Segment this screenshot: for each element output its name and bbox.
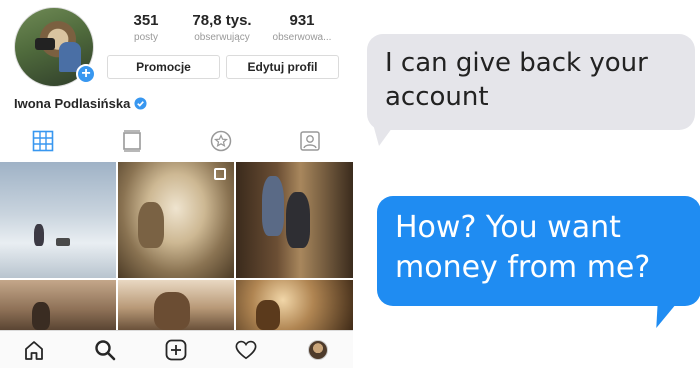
following-stat[interactable]: 931 obserwowa... <box>263 12 341 43</box>
bottom-navigation <box>0 330 353 368</box>
profile-tabs <box>0 124 353 158</box>
photo-figure <box>34 224 44 246</box>
tab-igtv[interactable] <box>208 128 234 154</box>
promote-button[interactable]: Promocje <box>107 55 220 79</box>
sent-message-text: How? You want money from me? <box>395 210 651 285</box>
following-count: 931 <box>289 12 315 29</box>
multiple-photos-icon <box>214 168 226 180</box>
add-post-icon <box>165 339 187 361</box>
profile-username: Iwona Podlasińska <box>14 96 131 111</box>
add-story-icon[interactable]: + <box>76 64 96 84</box>
tab-tagged[interactable] <box>297 128 323 154</box>
followers-count: 78,8 tys. <box>192 12 252 29</box>
profile-avatar <box>308 340 328 360</box>
nav-home[interactable] <box>23 339 45 361</box>
grid-post[interactable] <box>118 280 234 330</box>
camera-graphic <box>35 38 55 50</box>
profile-name-row: Iwona Podlasińska <box>14 96 147 111</box>
feed-icon <box>123 130 141 152</box>
photo-grid <box>0 162 353 330</box>
photo-figure <box>256 300 280 330</box>
photo-figure <box>32 302 50 330</box>
posts-label: posty <box>134 32 158 43</box>
grid-post[interactable] <box>0 280 116 330</box>
search-icon <box>95 340 116 361</box>
received-message-text: I can give back your account <box>385 48 648 112</box>
photo-figure <box>138 202 164 248</box>
star-icon <box>210 130 232 152</box>
photo-figure <box>154 292 190 330</box>
posts-count: 351 <box>133 12 159 29</box>
photo-figure <box>286 192 310 248</box>
posts-stat[interactable]: 351 posty <box>107 12 185 43</box>
heart-icon <box>235 340 257 360</box>
received-message-bubble: I can give back your account <box>367 34 695 130</box>
chat-panel: I can give back your account How? You wa… <box>353 0 700 368</box>
grid-post[interactable] <box>118 162 234 278</box>
nav-add-post[interactable] <box>165 339 187 361</box>
grid-post[interactable] <box>0 162 116 278</box>
grid-post[interactable] <box>236 162 353 278</box>
instagram-profile: + 351 posty 78,8 tys. obserwujący 931 ob… <box>0 0 353 368</box>
grid-icon <box>32 130 54 152</box>
nav-search[interactable] <box>94 339 116 361</box>
following-label: obserwowa... <box>272 32 332 43</box>
received-bubble-tail <box>373 124 395 146</box>
tagged-user-icon <box>300 131 320 151</box>
photo-figure <box>262 176 284 236</box>
nav-activity[interactable] <box>235 339 257 361</box>
home-icon <box>25 341 43 360</box>
photo-sled <box>56 238 70 246</box>
tab-grid[interactable] <box>30 128 56 154</box>
tab-feed[interactable] <box>119 128 145 154</box>
nav-profile[interactable] <box>307 339 329 361</box>
followers-label: obserwujący <box>194 32 250 43</box>
sent-message-bubble: How? You want money from me? <box>377 196 700 306</box>
verified-badge-icon <box>134 97 147 110</box>
grid-post[interactable] <box>236 280 353 330</box>
followers-stat[interactable]: 78,8 tys. obserwujący <box>183 12 261 43</box>
edit-profile-button[interactable]: Edytuj profil <box>226 55 339 79</box>
